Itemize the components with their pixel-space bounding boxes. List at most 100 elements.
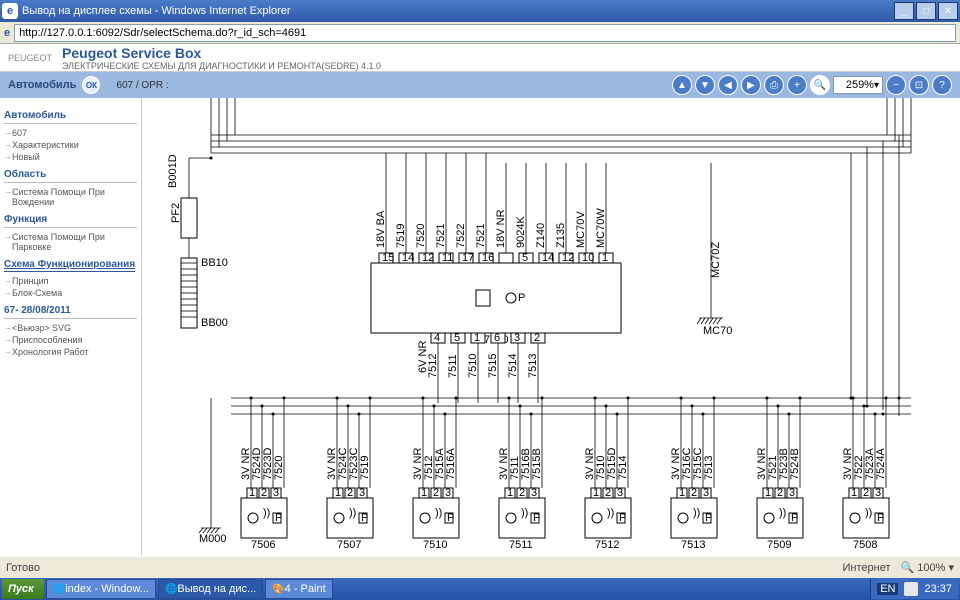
svg-text:7522: 7522 [455,224,467,248]
svg-text:9024K: 9024K [515,216,527,248]
schematic-diagram[interactable]: B001DPF2BB10BB007500P1514121117165141210… [142,98,960,578]
sidebar-item-driver-assist[interactable]: Система Помощи При Вождении [4,186,137,208]
svg-text:2: 2 [863,487,869,499]
ie-small-icon: e [4,27,10,39]
tray-lang[interactable]: EN [877,583,898,595]
fit-button[interactable]: ⊡ [909,75,929,95]
zoom-field[interactable]: 259% ▾ [833,76,883,94]
svg-text:3: 3 [531,487,537,499]
svg-text:2: 2 [605,487,611,499]
svg-text:2: 2 [433,487,439,499]
side-h-function: Функция [4,214,137,228]
svg-text:7514: 7514 [507,354,519,378]
zoom-in-button[interactable]: + [787,75,807,95]
sidebar-item-svg[interactable]: <Вьюэр> SVG [4,322,137,334]
nav-down-button[interactable]: ▼ [695,75,715,95]
sidebar-item-history[interactable]: Хронология Работ [4,346,137,358]
svg-text:)): )) [521,507,528,519]
side-h-area: Область [4,169,137,183]
svg-text:2: 2 [347,487,353,499]
sidebar-item-principle[interactable]: Принцип [4,275,137,287]
svg-text:)): )) [435,507,442,519]
print-button[interactable]: ⎙ [764,75,784,95]
ok-button[interactable]: ОК [82,76,100,94]
svg-text:B001D: B001D [167,154,179,188]
svg-text:P: P [447,512,454,524]
svg-text:1: 1 [851,487,857,499]
svg-text:MC70V: MC70V [575,211,587,248]
svg-text:14: 14 [402,252,414,264]
sidebar-item-new[interactable]: Новый [4,151,137,163]
system-tray[interactable]: EN 23:37 [870,579,958,599]
svg-text:7510: 7510 [423,539,447,551]
svg-text:MC70: MC70 [703,325,732,337]
svg-text:1: 1 [421,487,427,499]
minimize-button[interactable]: _ [894,2,914,20]
svg-text:P: P [518,292,525,304]
svg-text:P: P [705,512,712,524]
svg-text:7511: 7511 [509,539,533,551]
svg-text:MC70W: MC70W [595,208,607,248]
svg-text:PF2: PF2 [170,203,182,223]
status-zoom: 🔍 100% ▾ [901,561,954,574]
svg-text:6: 6 [494,332,500,344]
nav-right-button[interactable]: ▶ [741,75,761,95]
start-button[interactable]: Пуск [2,579,44,599]
sidebar-item-tools[interactable]: Приспособления [4,334,137,346]
search-button[interactable]: 🔍 [810,75,830,95]
svg-text:2: 2 [534,332,540,344]
sidebar-item-block[interactable]: Блок-Схема [4,287,137,299]
address-bar: e http://127.0.0.1:6092/Sdr/selectSchema… [0,22,960,44]
svg-text:1: 1 [593,487,599,499]
status-text: Готово [6,562,40,574]
svg-text:1: 1 [602,252,608,264]
svg-text:)): )) [779,507,786,519]
nav-up-button[interactable]: ▲ [672,75,692,95]
svg-text:7524B: 7524B [789,448,801,480]
svg-text:7509: 7509 [767,539,791,551]
svg-text:7511: 7511 [447,354,459,378]
taskbar-item-schema[interactable]: 🌐 Вывод на дис... [158,579,263,599]
svg-text:7519: 7519 [395,224,407,248]
svg-text:P: P [877,512,884,524]
maximize-button[interactable]: □ [916,2,936,20]
address-url: http://127.0.0.1:6092/Sdr/selectSchema.d… [19,27,306,39]
svg-text:MC70Z: MC70Z [710,242,722,278]
close-button[interactable]: ✕ [938,2,958,20]
svg-text:7520: 7520 [273,456,285,480]
ie-icon: e [2,3,18,19]
svg-text:)): )) [693,507,700,519]
taskbar-item-index[interactable]: 🌐 index - Window... [46,579,156,599]
help-button[interactable]: ? [932,75,952,95]
svg-text:7508: 7508 [853,539,877,551]
svg-text:7513: 7513 [527,354,539,378]
app-subtitle: ЭЛЕКТРИЧЕСКИЕ СХЕМЫ ДЛЯ ДИАГНОСТИКИ И РЕ… [62,61,381,71]
svg-text:M000: M000 [199,533,227,545]
taskbar-item-paint[interactable]: 🎨 4 - Paint [265,579,332,599]
status-internet: Интернет [843,562,891,574]
svg-text:7519: 7519 [359,456,371,480]
zoom-out-button[interactable]: − [886,75,906,95]
svg-text:P: P [533,512,540,524]
svg-text:7515B: 7515B [531,448,543,480]
tray-clock: 23:37 [924,583,952,595]
svg-text:3: 3 [359,487,365,499]
tray-icon[interactable] [904,582,918,596]
svg-text:2: 2 [777,487,783,499]
svg-text:15: 15 [382,252,394,264]
svg-text:7515: 7515 [487,354,499,378]
svg-text:BB10: BB10 [201,257,228,269]
svg-text:7521: 7521 [435,224,447,248]
sidebar-item-specs[interactable]: Характеристики [4,139,137,151]
sidebar-item-607[interactable]: 607 [4,127,137,139]
svg-text:14: 14 [542,252,554,264]
nav-left-button[interactable]: ◀ [718,75,738,95]
side-h-scheme: Схема Функционирования [4,259,135,272]
sidebar-item-parking[interactable]: Система Помощи При Парковке [4,231,137,253]
svg-text:7520: 7520 [415,224,427,248]
svg-text:1: 1 [679,487,685,499]
svg-text:3: 3 [703,487,709,499]
address-input[interactable]: http://127.0.0.1:6092/Sdr/selectSchema.d… [14,24,956,42]
ie-statusbar: Готово Интернет 🔍 100% ▾ [0,556,960,578]
svg-text:12: 12 [422,252,434,264]
